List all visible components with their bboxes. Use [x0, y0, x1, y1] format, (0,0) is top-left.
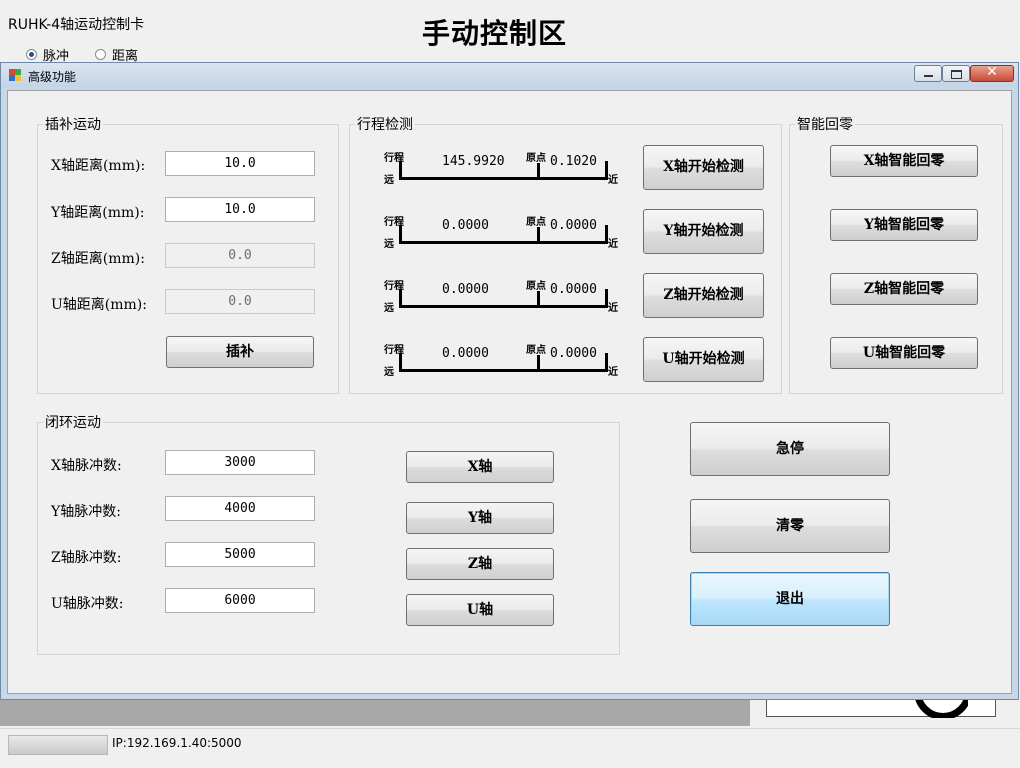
status-ip: IP:192.169.1.40:5000: [112, 736, 242, 750]
u-stroke-value: 0.0000: [442, 346, 489, 361]
u-pulse-input[interactable]: 6000: [165, 588, 315, 613]
homing-group-label: 智能回零: [795, 114, 855, 134]
y-origin-value: 0.0000: [550, 218, 597, 233]
y-pulse-input[interactable]: 4000: [165, 496, 315, 521]
manual-control-heading: 手动控制区: [422, 17, 568, 50]
y-distance-input[interactable]: 10.0: [165, 197, 315, 222]
u-detect-button[interactable]: U轴开始检测: [643, 337, 764, 382]
z-axis-button[interactable]: Z轴: [406, 548, 554, 580]
y-homing-button[interactable]: Y轴智能回零: [830, 209, 978, 241]
near-label: 近: [608, 303, 618, 314]
x-distance-input[interactable]: 10.0: [165, 151, 315, 176]
x-pulse-label: X轴脉冲数:: [51, 458, 122, 474]
u-homing-button[interactable]: U轴智能回零: [830, 337, 978, 369]
closed-loop-group-label: 闭环运动: [43, 412, 103, 432]
z-stroke-value: 0.0000: [442, 282, 489, 297]
u-distance-label: U轴距离(mm):: [51, 297, 147, 313]
y-travel-gauge: 行程 远 原点 近 0.0000 0.0000: [384, 213, 624, 251]
origin-label: 原点: [526, 217, 546, 228]
z-distance-label: Z轴距离(mm):: [51, 251, 145, 267]
close-button[interactable]: ✕: [970, 64, 1014, 82]
origin-label: 原点: [526, 281, 546, 292]
z-travel-gauge: 行程 远 原点 近 0.0000 0.0000: [384, 277, 624, 315]
exit-button[interactable]: 退出: [690, 572, 890, 626]
z-origin-value: 0.0000: [550, 282, 597, 297]
radio-selected-icon: [26, 49, 37, 60]
x-pulse-input[interactable]: 3000: [165, 450, 315, 475]
advanced-dialog: 高级功能 ✕ 插补运动 X轴距离(mm): 10.0 Y轴距离(mm): 10.…: [0, 62, 1019, 700]
clear-button[interactable]: 清零: [690, 499, 890, 553]
connection-progress: [8, 735, 108, 755]
x-detect-button[interactable]: X轴开始检测: [643, 145, 764, 190]
u-distance-input: 0.0: [165, 289, 315, 314]
x-distance-label: X轴距离(mm):: [51, 158, 146, 174]
radio-unselected-icon: [95, 49, 106, 60]
z-pulse-label: Z轴脉冲数:: [51, 550, 122, 566]
y-detect-button[interactable]: Y轴开始检测: [643, 209, 764, 254]
status-bar: IP:192.169.1.40:5000: [0, 728, 1020, 768]
u-travel-gauge: 行程 远 原点 近 0.0000 0.0000: [384, 341, 624, 379]
far-label: 远: [384, 367, 394, 378]
maximize-button[interactable]: [942, 65, 970, 82]
u-pulse-label: U轴脉冲数:: [51, 596, 124, 612]
x-stroke-value: 145.9920: [442, 154, 505, 169]
far-label: 远: [384, 303, 394, 314]
x-axis-button[interactable]: X轴: [406, 451, 554, 483]
u-axis-button[interactable]: U轴: [406, 594, 554, 626]
emergency-stop-button[interactable]: 急停: [690, 422, 890, 476]
main-window-title: RUHK-4轴运动控制卡: [8, 17, 145, 33]
app-icon: [9, 69, 21, 81]
interpolate-button[interactable]: 插补: [166, 336, 314, 368]
background-ring-icon: [912, 700, 968, 718]
near-label: 近: [608, 175, 618, 186]
minimize-icon: [924, 75, 933, 77]
z-distance-input: 0.0: [165, 243, 315, 268]
u-origin-value: 0.0000: [550, 346, 597, 361]
origin-label: 原点: [526, 345, 546, 356]
travel-group-label: 行程检测: [355, 114, 415, 134]
origin-label: 原点: [526, 153, 546, 164]
background-strip: [0, 700, 750, 726]
y-axis-button[interactable]: Y轴: [406, 502, 554, 534]
x-origin-value: 0.1020: [550, 154, 597, 169]
minimize-button[interactable]: [914, 65, 942, 82]
z-homing-button[interactable]: Z轴智能回零: [830, 273, 978, 305]
dialog-title: 高级功能: [28, 70, 77, 84]
dialog-client: 插补运动 X轴距离(mm): 10.0 Y轴距离(mm): 10.0 Z轴距离(…: [7, 90, 1012, 694]
z-pulse-input[interactable]: 5000: [165, 542, 315, 567]
x-homing-button[interactable]: X轴智能回零: [830, 145, 978, 177]
y-pulse-label: Y轴脉冲数:: [51, 504, 121, 520]
far-label: 远: [384, 239, 394, 250]
far-label: 远: [384, 175, 394, 186]
y-distance-label: Y轴距离(mm):: [51, 205, 145, 221]
z-detect-button[interactable]: Z轴开始检测: [643, 273, 764, 318]
x-travel-gauge: 行程 远 原点 近 145.9920 0.1020: [384, 149, 624, 187]
y-stroke-value: 0.0000: [442, 218, 489, 233]
maximize-icon: [951, 70, 962, 79]
interp-group-label: 插补运动: [43, 114, 103, 134]
near-label: 近: [608, 239, 618, 250]
dialog-titlebar[interactable]: 高级功能 ✕: [1, 63, 1018, 87]
close-icon: ✕: [986, 64, 998, 80]
near-label: 近: [608, 367, 618, 378]
